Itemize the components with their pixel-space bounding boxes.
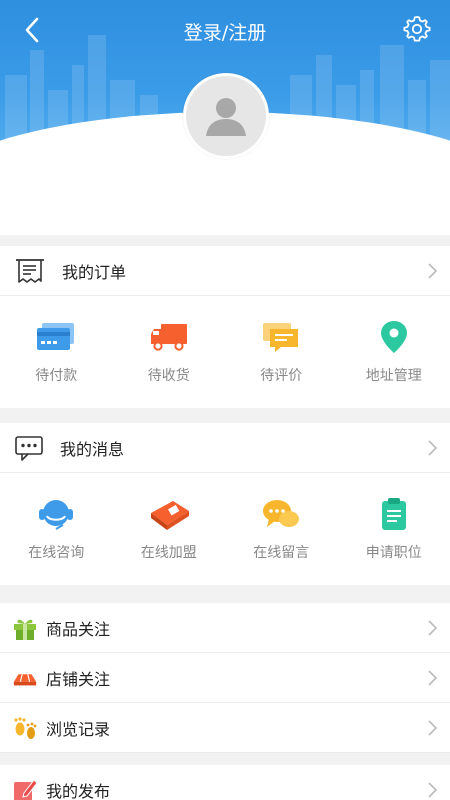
chevron-right-icon bbox=[428, 619, 438, 636]
pending-payment-button[interactable]: 待付款 bbox=[0, 296, 113, 408]
chat-bubbles-icon bbox=[263, 500, 300, 527]
settings-button[interactable] bbox=[402, 14, 432, 44]
pending-review-button[interactable]: 待评价 bbox=[225, 296, 338, 408]
shop-follow-row[interactable]: 店铺关注 bbox=[0, 653, 450, 703]
my-messages-row[interactable]: 我的消息 bbox=[0, 423, 450, 473]
clipboard-icon bbox=[381, 498, 406, 530]
pending-payment-label: 待付款 bbox=[35, 368, 78, 384]
messages-section: 我的消息 在线咨询 在线加盟 在线留言 申请职位 bbox=[0, 423, 450, 585]
online-message-label: 在线留言 bbox=[253, 545, 310, 561]
card-icon bbox=[37, 323, 75, 350]
apply-job-button[interactable]: 申请职位 bbox=[338, 473, 450, 585]
chevron-right-icon bbox=[428, 669, 438, 686]
gift-icon bbox=[14, 619, 36, 640]
order-status-grid: 待付款 待收货 待评价 地址管理 bbox=[0, 296, 450, 408]
pending-review-label: 待评价 bbox=[260, 368, 303, 384]
message-icon bbox=[15, 435, 43, 461]
shop-follow-label: 店铺关注 bbox=[46, 669, 111, 689]
chevron-right-icon bbox=[428, 782, 438, 798]
message-grid: 在线咨询 在线加盟 在线留言 申请职位 bbox=[0, 473, 450, 585]
footprints-icon bbox=[14, 716, 37, 739]
chevron-right-icon bbox=[428, 719, 438, 736]
user-silhouette-icon bbox=[206, 98, 246, 136]
shop-awning-icon bbox=[13, 673, 37, 685]
my-messages-label: 我的消息 bbox=[60, 439, 125, 459]
online-join-button[interactable]: 在线加盟 bbox=[113, 473, 226, 585]
address-management-label: 地址管理 bbox=[365, 368, 422, 384]
pen-icon bbox=[14, 779, 38, 800]
publish-section: 我的发布 bbox=[0, 765, 450, 800]
chevron-right-icon bbox=[428, 262, 438, 279]
gear-icon bbox=[403, 16, 431, 42]
profile-header: 登录/注册 bbox=[0, 0, 450, 235]
online-message-button[interactable]: 在线留言 bbox=[225, 473, 338, 585]
online-consult-button[interactable]: 在线咨询 bbox=[0, 473, 113, 585]
my-orders-row[interactable]: 我的订单 bbox=[0, 246, 450, 296]
apply-job-label: 申请职位 bbox=[365, 545, 422, 561]
browse-history-row[interactable]: 浏览记录 bbox=[0, 703, 450, 753]
receipt-icon bbox=[16, 258, 44, 283]
headset-icon bbox=[39, 500, 74, 530]
page-title[interactable]: 登录/注册 bbox=[0, 18, 450, 45]
product-follow-row[interactable]: 商品关注 bbox=[0, 603, 450, 653]
avatar[interactable] bbox=[183, 73, 269, 159]
my-orders-label: 我的订单 bbox=[62, 262, 127, 282]
truck-icon bbox=[150, 324, 187, 351]
browse-history-label: 浏览记录 bbox=[46, 719, 111, 739]
chevron-right-icon bbox=[428, 439, 438, 456]
my-publish-label: 我的发布 bbox=[46, 782, 111, 800]
follow-list-section: 商品关注 店铺关注 浏览记录 bbox=[0, 603, 450, 753]
pending-receipt-label: 待收货 bbox=[147, 368, 190, 384]
my-publish-row[interactable]: 我的发布 bbox=[0, 765, 450, 800]
online-consult-label: 在线咨询 bbox=[28, 545, 85, 561]
address-management-button[interactable]: 地址管理 bbox=[338, 296, 450, 408]
join-box-icon bbox=[150, 501, 189, 530]
pending-receipt-button[interactable]: 待收货 bbox=[113, 296, 226, 408]
orders-section: 我的订单 待付款 待收货 待评价 地址管理 bbox=[0, 246, 450, 408]
product-follow-label: 商品关注 bbox=[46, 619, 111, 639]
location-pin-icon bbox=[380, 321, 407, 353]
comment-icon bbox=[263, 323, 299, 352]
online-join-label: 在线加盟 bbox=[140, 545, 197, 561]
